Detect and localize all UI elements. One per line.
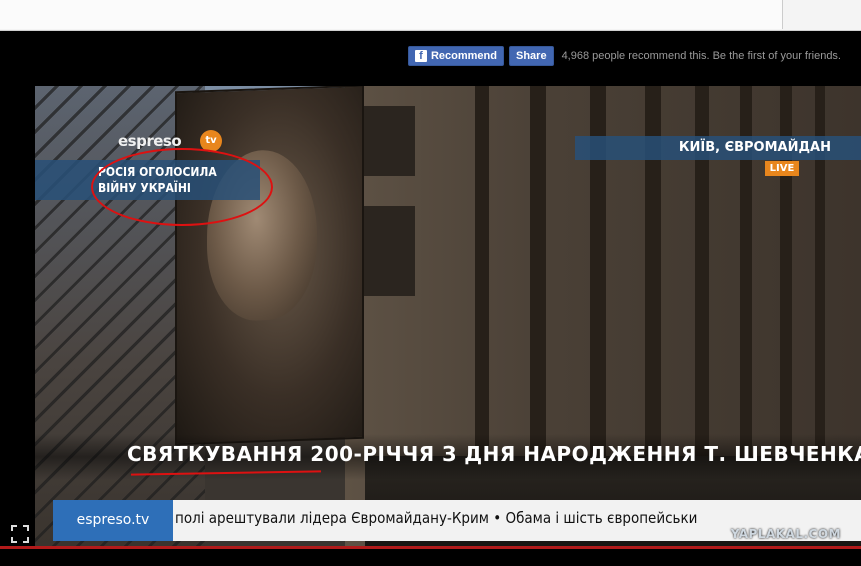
live-badge: LIVE xyxy=(765,161,799,176)
share-button[interactable]: Share xyxy=(508,46,554,66)
fullscreen-icon[interactable] xyxy=(10,524,30,544)
recommend-count-text: 4,968 people recommend this. Be the firs… xyxy=(561,50,841,62)
red-annotation-circle xyxy=(91,148,273,226)
location-text: КИЇВ, ЄВРОМАЙДАН xyxy=(678,140,831,155)
facebook-icon: f xyxy=(414,50,427,62)
browser-top-strip xyxy=(0,0,861,31)
video-progress-bar[interactable] xyxy=(0,546,861,549)
share-label: Share xyxy=(515,50,547,62)
facebook-social-bar: f Recommend Share 4,968 people recommend… xyxy=(407,46,841,66)
recommend-label: Recommend xyxy=(430,50,497,62)
video-player[interactable]: espreso tv РОСІЯ ОГОЛОСИЛА ВІЙНУ УКРАЇНІ… xyxy=(35,86,861,547)
top-input-area xyxy=(0,0,783,29)
watermark: YAPLAKAL.COM xyxy=(730,527,841,541)
recommend-button[interactable]: f Recommend xyxy=(407,46,504,66)
headline-text: СВЯТКУВАННЯ 200-РІЧЧЯ З ДНЯ НАРОДЖЕННЯ Т… xyxy=(127,442,861,466)
ticker-text: полі арештували лідера Євромайдану-Крим … xyxy=(175,509,698,527)
ticker-logo: espreso.tv xyxy=(53,500,173,541)
